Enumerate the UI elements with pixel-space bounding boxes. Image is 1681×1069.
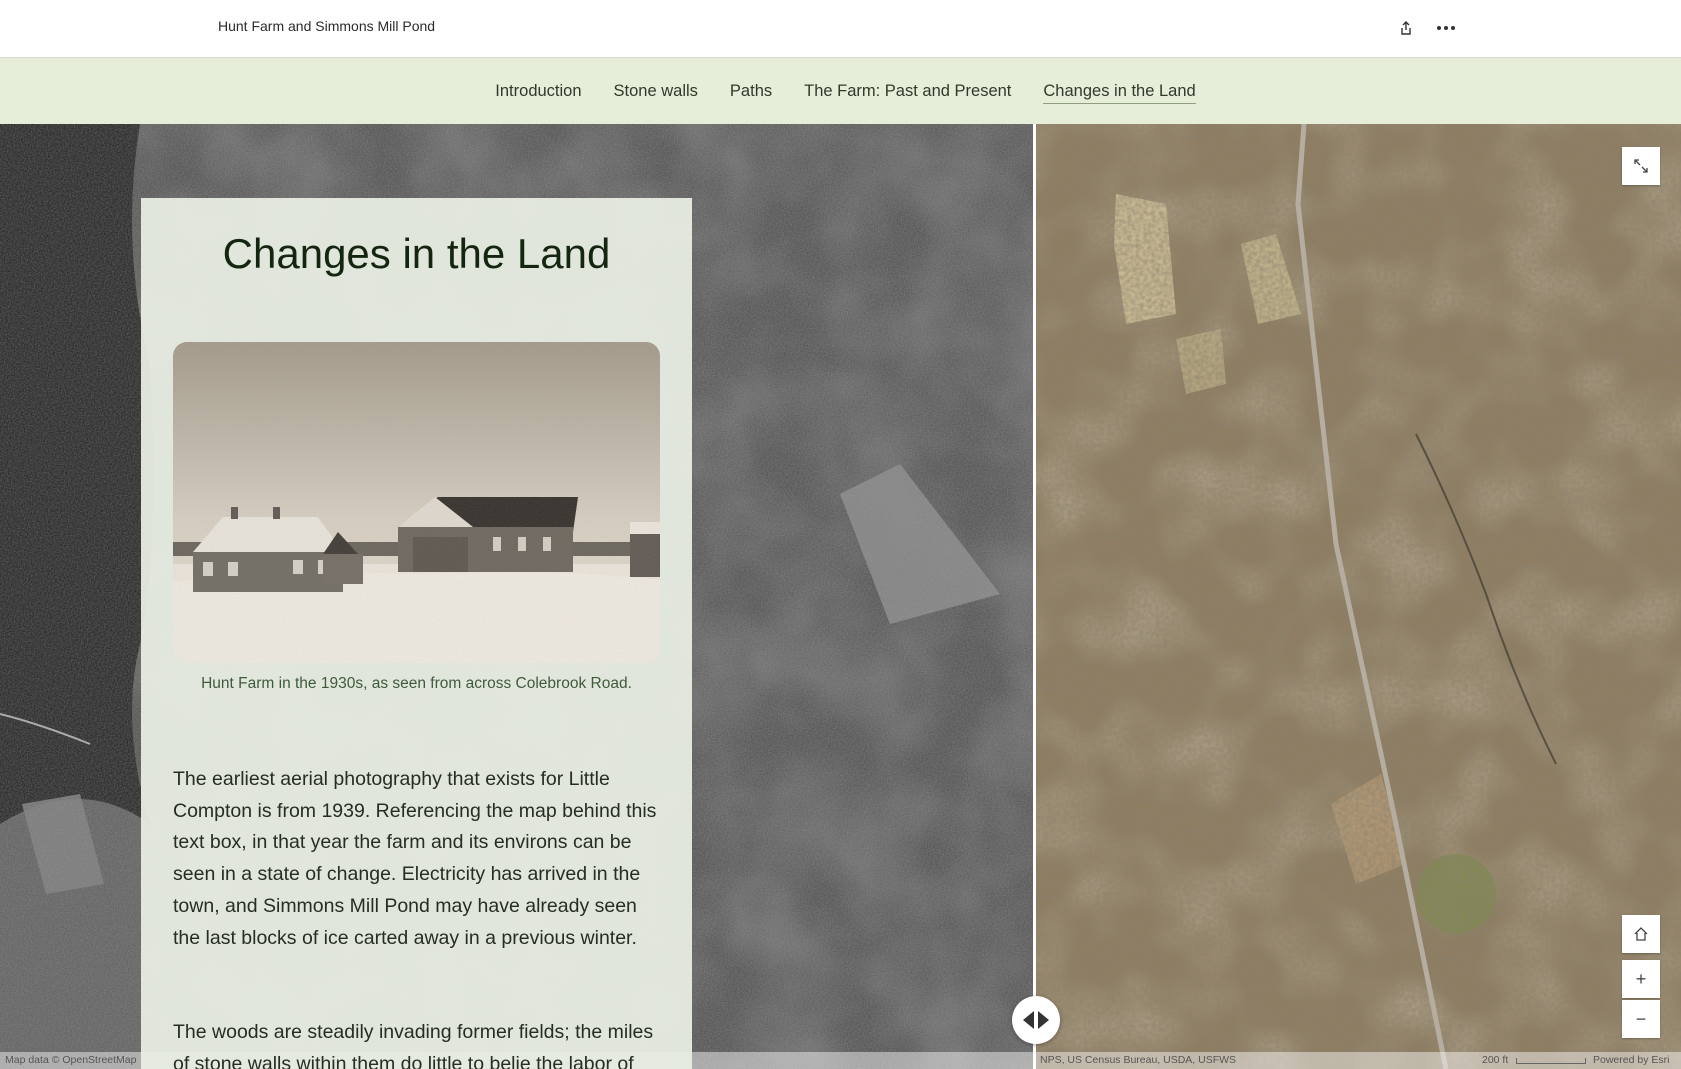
home-icon <box>1634 927 1648 941</box>
swipe-divider[interactable] <box>1033 124 1036 1069</box>
home-button[interactable] <box>1622 915 1660 953</box>
scale-label: 200 ft <box>1482 1054 1509 1066</box>
share-icon <box>1401 21 1411 35</box>
chevron-left-icon <box>1023 1011 1034 1029</box>
historic-farm-photo[interactable] <box>173 342 660 663</box>
nav-stone-walls[interactable]: Stone walls <box>614 78 698 105</box>
nav-paths[interactable]: Paths <box>730 78 772 105</box>
site-title[interactable]: Hunt Farm and Simmons Mill Pond <box>218 18 435 34</box>
share-button[interactable] <box>1392 14 1420 42</box>
nav-the-farm[interactable]: The Farm: Past and Present <box>804 78 1011 105</box>
scale-bar <box>1516 1058 1586 1064</box>
swipe-handle[interactable] <box>1012 996 1060 1044</box>
nav-introduction[interactable]: Introduction <box>495 78 581 105</box>
body-paragraph-1: The earliest aerial photography that exi… <box>173 768 657 949</box>
expand-map-button[interactable] <box>1622 147 1660 185</box>
photo-caption: Hunt Farm in the 1930s, as seen from acr… <box>201 675 632 692</box>
nav-changes-in-the-land[interactable]: Changes in the Land <box>1043 78 1196 104</box>
expand-icon <box>1634 159 1648 173</box>
top-header: Hunt Farm and Simmons Mill Pond <box>0 0 1681 58</box>
story-panel: Changes in the Land Hunt Farm in the 193… <box>141 198 692 1069</box>
attribution-left[interactable]: Map data © OpenStreetMap <box>5 1054 136 1066</box>
attribution-right[interactable]: NPS, US Census Bureau, USDA, USFWS <box>1040 1054 1236 1066</box>
zoom-in-button[interactable]: + <box>1622 960 1660 998</box>
zoom-out-button[interactable]: − <box>1622 1000 1660 1038</box>
body-paragraph-2: The woods are steadily invading former f… <box>173 1021 654 1069</box>
modern-satellite-map[interactable] <box>1036 124 1681 1069</box>
powered-by[interactable]: Powered by Esri <box>1593 1054 1669 1066</box>
section-nav: Introduction Stone walls Paths The Farm:… <box>0 58 1681 124</box>
panel-title: Changes in the Land <box>222 230 611 277</box>
chevron-right-icon <box>1038 1011 1049 1029</box>
more-options-icon <box>1437 26 1455 30</box>
more-options-button[interactable] <box>1432 14 1460 42</box>
